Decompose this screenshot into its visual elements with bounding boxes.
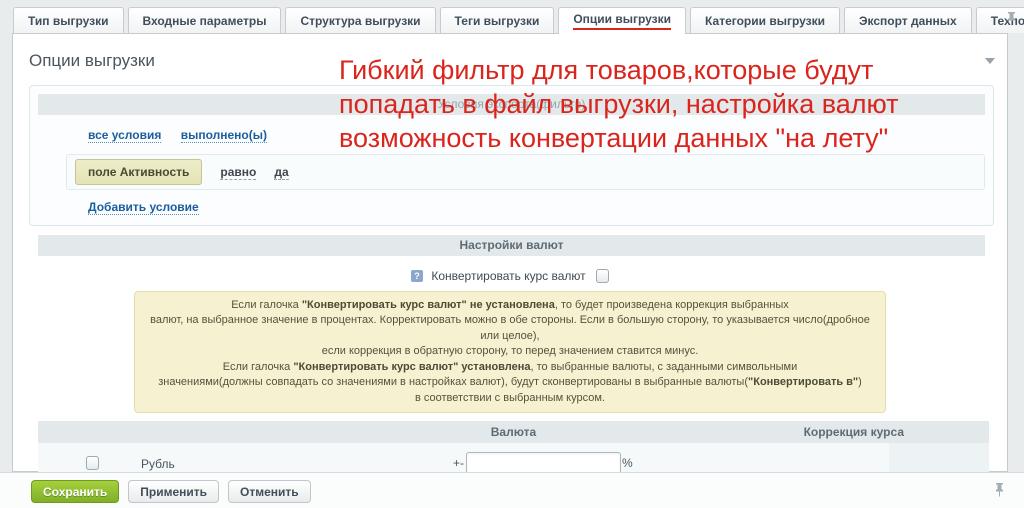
convert-rate-checkbox[interactable] [596, 269, 609, 283]
info-line: в соответствии с выбранным курсом. [144, 391, 876, 407]
tab-2[interactable]: Структура выгрузки [285, 7, 435, 33]
currency-name: Рубль [141, 457, 175, 471]
tab-4[interactable]: Опции выгрузки [558, 7, 686, 34]
filter-links-row: все условия выполнено(ы) [88, 128, 985, 142]
info-line: если коррекция в обратную сторону, то пе… [144, 344, 876, 360]
tab-label: Структура выгрузки [300, 14, 420, 28]
column-currency-label: Валюта [491, 425, 536, 439]
info-line: валют, на выбранное значение в процентах… [144, 313, 876, 344]
tab-7[interactable]: Техподдержка [976, 7, 1024, 33]
condition-operator-link[interactable]: равно [220, 165, 256, 180]
tab-label: Категории выгрузки [705, 14, 825, 28]
filter-section: Условия экспорта(фильтр) все условия вып… [29, 85, 994, 226]
filter-section-header: Условия экспорта(фильтр) [38, 94, 985, 115]
tab-1[interactable]: Входные параметры [128, 7, 282, 33]
column-correction-label: Коррекция курса [804, 421, 904, 443]
info-line: Если галочка "Конвертировать курс валют"… [144, 298, 876, 314]
tab-label: Входные параметры [143, 14, 267, 28]
currency-info-box: Если галочка "Конвертировать курс валют"… [134, 291, 886, 414]
condition-value-link[interactable]: да [274, 165, 288, 180]
all-conditions-link[interactable]: все условия [88, 128, 161, 143]
tab-label: Теги выгрузки [455, 14, 540, 28]
tab-6[interactable]: Экспорт данных [844, 7, 972, 33]
condition-field-button[interactable]: поле Активность [75, 159, 202, 185]
correction-prefix-label: +- [453, 456, 464, 470]
conditions-met-link[interactable]: выполнено(ы) [181, 128, 267, 143]
help-question-icon[interactable]: ? [411, 270, 423, 282]
add-condition-row: Добавить условие [88, 200, 985, 214]
pin-icon[interactable] [995, 482, 1004, 502]
tab-label: Экспорт данных [859, 14, 957, 28]
page-title: Опции выгрузки [29, 51, 1007, 71]
currency-section-header: Настройки валют [38, 235, 985, 256]
percent-label: % [622, 456, 633, 470]
info-line: значениями(должны совпадать со значениям… [144, 375, 876, 391]
collapse-arrow-icon[interactable] [985, 58, 995, 64]
info-line: Если галочка "Конвертировать курс валют"… [144, 360, 876, 376]
footer-buttons: Сохранить Применить Отменить [31, 480, 311, 503]
tab-5[interactable]: Категории выгрузки [690, 7, 840, 33]
currency-table-header: Валюта Коррекция курса [38, 421, 989, 443]
pin-icon[interactable] [1007, 11, 1016, 31]
add-condition-link[interactable]: Добавить условие [88, 200, 199, 215]
tab-label: Тип выгрузки [28, 14, 109, 28]
convert-rate-label: Конвертировать курс валют [431, 269, 585, 283]
currency-row-checkbox[interactable] [86, 456, 99, 470]
tab-3[interactable]: Теги выгрузки [440, 7, 555, 33]
tab-bar: Тип выгрузки Входные параметры Структура… [13, 7, 1024, 33]
footer-bar: Сохранить Применить Отменить [0, 472, 1024, 508]
apply-button[interactable]: Применить [128, 480, 219, 503]
cancel-button[interactable]: Отменить [228, 480, 311, 503]
filter-condition-row: поле Активность равно да [66, 154, 985, 190]
save-button[interactable]: Сохранить [31, 480, 119, 503]
convert-rate-row: ? Конвертировать курс валют [13, 268, 1007, 283]
tab-label: Опции выгрузки [573, 12, 671, 30]
tab-0[interactable]: Тип выгрузки [13, 7, 124, 33]
main-panel: Опции выгрузки Условия экспорта(фильтр) … [12, 33, 1008, 472]
